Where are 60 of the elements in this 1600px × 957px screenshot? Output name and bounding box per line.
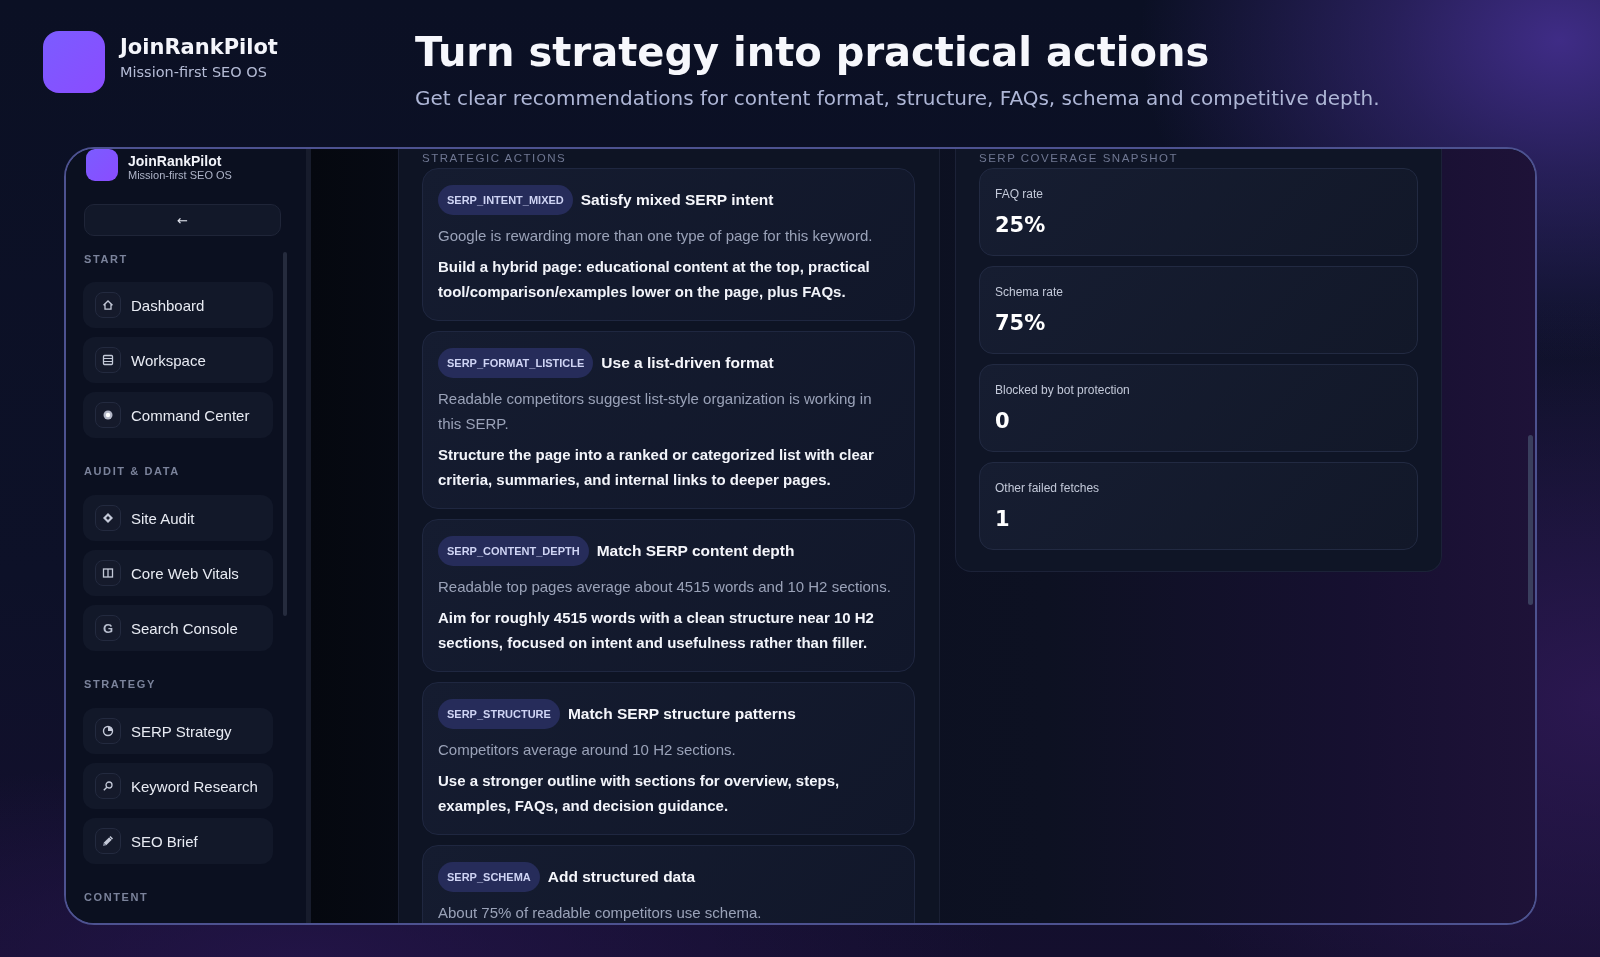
metric-label: Other failed fetches (995, 481, 1101, 496)
action-finding: About 75% of readable competitors use schema. (438, 903, 763, 923)
scrollbar[interactable] (1528, 435, 1533, 605)
page-subtitle: Get clear recommendations for content format, structure, FAQs, schema and competitive depth. (415, 85, 1380, 111)
app-name: JoinRankPilot (120, 34, 278, 60)
action-title: Match SERP structure patterns (567, 705, 796, 723)
metric-value: 75% (995, 310, 1047, 337)
section-label: CONTENT (84, 891, 150, 904)
metric-value: 1 (995, 506, 1011, 533)
action-code: SERP_INTENT_MIXED (438, 185, 573, 215)
pie-chart-icon (95, 718, 121, 744)
app-tagline: Mission-first SEO OS (128, 169, 232, 182)
app-name: JoinRankPilot (128, 154, 223, 169)
nav-item[interactable]: Core Web Vitals (83, 550, 273, 596)
action-title: Use a list-driven format (601, 354, 774, 372)
logo-icon (86, 149, 118, 181)
action-recommendation: Build a hybrid page: educational content at the top, practical tool/comparison/examples lower on the page, plus FAQs. (438, 257, 871, 302)
action-finding: Google is rewarding more than one type of page for this keyword. (438, 226, 874, 246)
section-title: SERP COVERAGE SNAPSHOT (979, 151, 1179, 165)
section-title: STRATEGIC ACTIONS (422, 151, 568, 165)
list-icon (95, 347, 121, 373)
action-code: SERP_CONTENT_DEPTH (438, 536, 589, 566)
action-code: SERP_SCHEMA (438, 862, 540, 892)
action-code: SERP_STRUCTURE (438, 699, 560, 729)
letter-icon: G (95, 615, 121, 641)
action-code: SERP_FORMAT_LISTICLE (438, 348, 594, 378)
nav-item[interactable]: G Search Console (83, 605, 273, 651)
section-label: START (84, 253, 129, 266)
nav-item[interactable]: Dashboard (83, 282, 273, 328)
page-title: Turn strategy into practical actions (415, 29, 1211, 75)
metric-label: Schema rate (995, 285, 1065, 300)
action-recommendation: Use a stronger outline with sections for overview, steps, examples, FAQs, and decision guidance. (438, 771, 841, 816)
action-recommendation: Aim for roughly 4515 words with a clean structure near 10 H2 sections, focused on intent and usefulness rather than filler. (438, 608, 875, 653)
section-label: STRATEGY (84, 678, 157, 691)
app-tagline: Mission-first SEO OS (120, 63, 268, 82)
action-finding: Readable top pages average about 4515 words and 10 H2 sections. (438, 577, 892, 597)
action-finding: Competitors average around 10 H2 sections. (438, 740, 737, 760)
metric-value: 0 (995, 408, 1011, 435)
nav-item[interactable]: Keyword Research (83, 763, 273, 809)
nav-item[interactable]: Workspace (83, 337, 273, 383)
house-icon (95, 292, 121, 318)
action-title: Satisfy mixed SERP intent (580, 191, 774, 209)
diamond-icon (95, 505, 121, 531)
action-title: Match SERP content depth (596, 542, 795, 560)
metric-label: Blocked by bot protection (995, 383, 1131, 398)
search-icon (95, 773, 121, 799)
logo-icon (43, 31, 105, 93)
nav-item[interactable]: SEO Brief (83, 818, 273, 864)
nav-item[interactable]: Site Audit (83, 495, 273, 541)
back-button[interactable]: ← (84, 204, 281, 236)
action-title: Add structured data (547, 868, 695, 886)
action-recommendation: Structure the page into a ranked or categorized list with clear criteria, summaries, and internal links to deeper pages. (438, 445, 875, 490)
metric-label: FAQ rate (995, 187, 1045, 202)
nav-item[interactable]: SERP Strategy (83, 708, 273, 754)
action-finding: Readable competitors suggest list-style organization is working in this SERP. (438, 389, 873, 434)
columns-icon (95, 560, 121, 586)
section-label: AUDIT & DATA (84, 465, 181, 478)
pencil-icon (95, 828, 121, 854)
metric-value: 25% (995, 212, 1047, 239)
nav-item[interactable]: Command Center (83, 392, 273, 438)
